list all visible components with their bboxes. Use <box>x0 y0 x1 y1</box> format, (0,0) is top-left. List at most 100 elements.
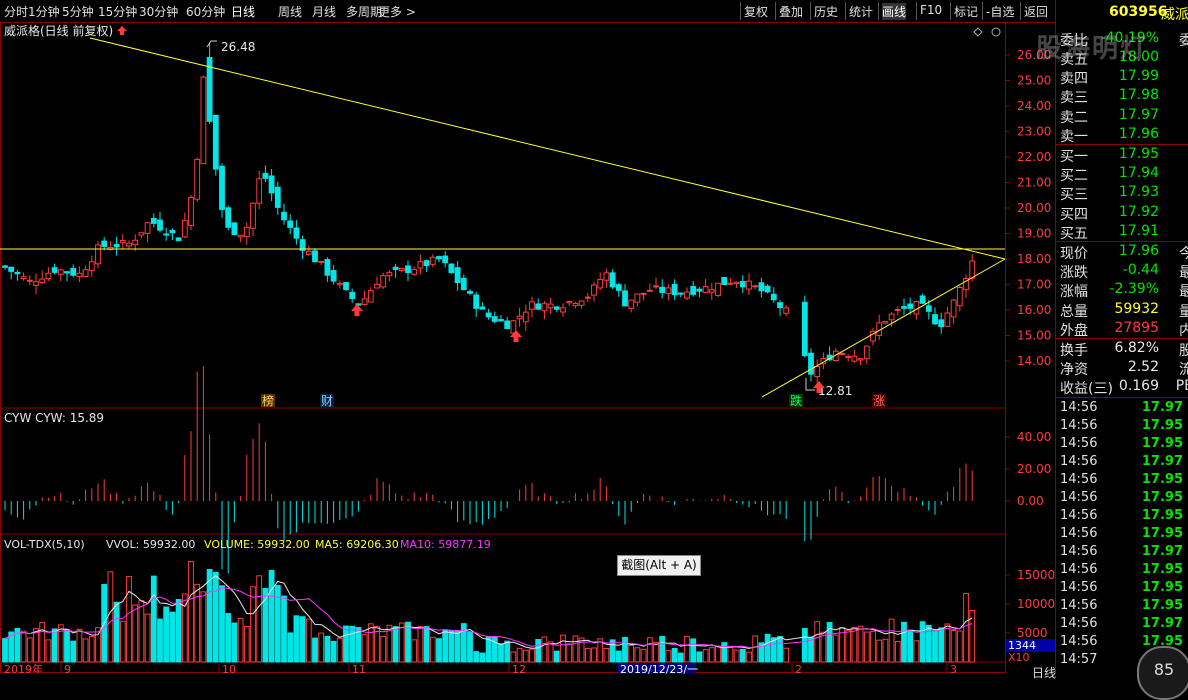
y-tick-label: 15.00 <box>1017 329 1051 343</box>
candle-body <box>349 291 356 299</box>
tab-5[interactable]: 60分钟 <box>186 3 225 20</box>
candle-body <box>504 320 511 330</box>
volume-bar <box>436 638 442 663</box>
tab-10[interactable]: 更多 > <box>378 3 416 20</box>
candle-body <box>2 265 8 268</box>
zoom-indicator[interactable]: 85 <box>1137 646 1188 700</box>
stat-row-3-suffix: 量 <box>1179 303 1188 320</box>
volume-bar <box>659 635 666 663</box>
candle-body <box>64 271 70 274</box>
chart-title: 威派格(日线 前复权) <box>4 23 113 38</box>
tab-1[interactable]: 1分钟 <box>28 3 60 20</box>
stock-chart[interactable]: 威派格(日线 前复权)26.0025.0024.0023.0022.0021.0… <box>0 22 1055 674</box>
tick-price: 17.95 <box>1141 526 1183 541</box>
tab-6[interactable]: 日线 <box>231 3 255 20</box>
volume-bar <box>801 628 808 663</box>
x-axis-label: 3 <box>950 663 957 674</box>
candle-body <box>138 232 145 236</box>
candle-body <box>460 277 467 291</box>
chart-border <box>0 22 1006 673</box>
candle-body <box>95 244 101 265</box>
tick-price: 17.95 <box>1141 436 1183 451</box>
toolbar-button-2[interactable]: 历史 <box>814 3 838 20</box>
candle-body <box>144 222 151 234</box>
toolbar-button-1[interactable]: 叠加 <box>779 3 803 20</box>
toolbar-button-3[interactable]: 统计 <box>849 3 873 20</box>
candle-body <box>839 352 845 355</box>
tab-7[interactable]: 周线 <box>278 3 302 20</box>
toolbar-button-6[interactable]: 标记 <box>954 3 978 20</box>
candle-body <box>547 303 554 309</box>
candle-body <box>374 283 380 289</box>
volume-bar <box>144 613 151 663</box>
volume-bar <box>380 635 387 663</box>
footer-tab[interactable]: 日线 <box>1032 664 1056 681</box>
tab-4[interactable]: 30分钟 <box>139 3 178 20</box>
volume-bar <box>150 575 157 663</box>
vol-legend-ma10: MA10: 59877.19 <box>400 538 491 551</box>
volume-bar <box>76 628 83 663</box>
candle-body <box>442 255 449 264</box>
candle-body <box>119 240 126 244</box>
candle-body <box>498 319 504 322</box>
tick-row: 14:56 17.97 <box>1059 400 1188 418</box>
tick-row: 14:56 17.97 <box>1059 616 1188 634</box>
tab-8[interactable]: 月线 <box>312 3 336 20</box>
toolbar-button-4[interactable]: 画线 <box>882 3 907 20</box>
tick-row: 14:56 17.95 <box>1059 472 1188 490</box>
tab-2[interactable]: 5分钟 <box>62 3 94 20</box>
volume-bar <box>963 593 969 663</box>
toolbar-button-8[interactable]: 返回 <box>1024 3 1048 20</box>
volume-bar <box>504 640 511 663</box>
tab-9[interactable]: 多周期 <box>346 3 382 20</box>
volume-bar <box>20 630 27 663</box>
volume-bar <box>169 611 176 663</box>
candle-body <box>8 266 15 272</box>
volume-bar <box>783 647 790 663</box>
candle-body <box>851 355 858 362</box>
volume-bar <box>814 621 821 663</box>
volume-bar <box>336 637 343 663</box>
candle-body <box>615 284 622 291</box>
volume-bar <box>349 625 356 663</box>
candle-body <box>529 301 535 310</box>
stat-row-2-label: 涨幅 <box>1060 284 1088 301</box>
candle-body <box>88 261 95 272</box>
tick-row: 14:56 17.95 <box>1059 436 1188 454</box>
diamond-icon <box>973 27 983 37</box>
tab-0[interactable]: 分时 <box>4 3 28 20</box>
tick-row: 14:56 17.95 <box>1059 490 1188 508</box>
bid-row-2-label: 买三 <box>1060 187 1088 204</box>
volume-bar <box>702 649 709 663</box>
tick-time: 14:56 <box>1060 490 1098 505</box>
candle-body <box>770 293 777 301</box>
stat-row-2-suffix: 最 <box>1179 284 1188 301</box>
up-arrow-icon <box>117 26 127 35</box>
toolbar-button-0[interactable]: 复权 <box>744 3 768 20</box>
candle-body <box>212 114 219 170</box>
volume-bar <box>113 601 120 663</box>
volume-bar <box>175 598 182 663</box>
toolbar-button-7[interactable]: -自选 <box>986 3 1014 20</box>
candle-body <box>603 272 610 281</box>
candle-body <box>274 186 281 208</box>
volume-bar <box>584 647 591 663</box>
candle-body <box>522 311 529 323</box>
toolbar-button-5[interactable]: F10 <box>920 3 942 17</box>
volume-bar <box>510 651 517 663</box>
volume-bar <box>188 560 194 663</box>
candle-body <box>479 306 486 310</box>
vol-legend-ma5: MA5: 69206.30 <box>315 538 399 551</box>
candle-body <box>101 240 108 247</box>
volume-bar <box>70 640 77 663</box>
candle-body <box>882 321 889 324</box>
candle-body <box>715 282 721 296</box>
bid-row-1-value: 17.94 <box>1118 165 1159 182</box>
volume-bar <box>919 621 926 663</box>
tick-price: 17.95 <box>1141 508 1183 523</box>
candle-body <box>436 256 442 260</box>
volume-bar <box>820 631 827 663</box>
tab-3[interactable]: 15分钟 <box>98 3 137 20</box>
vol-unit: X10 <box>1008 651 1030 664</box>
candle-body <box>597 278 604 289</box>
